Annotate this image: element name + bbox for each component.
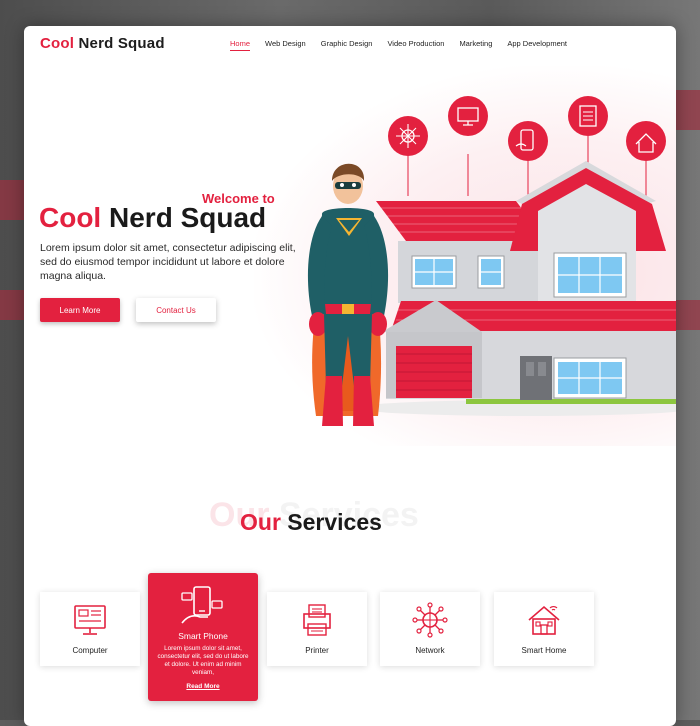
printer-icon [303,604,331,636]
floating-printer-icon [568,96,608,136]
service-card-smart-home[interactable]: Smart Home [494,592,594,666]
read-more-link[interactable]: Read More [148,683,258,690]
service-card-computer[interactable]: Computer [40,592,140,666]
service-label-computer: Computer [72,646,108,655]
website-preview-card: Cool Nerd Squad Home Web Design Graphic … [24,26,676,726]
floating-smart-home-icon [626,121,666,161]
computer-icon [74,605,106,635]
nav-item-app-development[interactable]: App Development [507,39,567,51]
hero-title-text: Nerd Squad [101,202,267,233]
smartphone-icon [181,586,223,624]
main-nav: Home Web Design Graphic Design Video Pro… [230,39,582,51]
learn-more-button[interactable]: Learn More [40,298,120,322]
floating-smartphone-icon [508,121,548,161]
superhero-character [307,163,389,426]
hero-description: Lorem ipsum dolor sit amet, consectetur … [40,242,296,282]
smart-home-icon [528,605,560,635]
service-label-network: Network [415,646,445,655]
services-heading: Our Services [240,509,382,536]
brand-logo[interactable]: Cool Nerd Squad [40,35,165,52]
service-description-smart-phone: Lorem ipsum dolor sit amet, consectetur … [157,645,249,676]
contact-us-button[interactable]: Contact Us [136,298,216,322]
hero-title-accent: Cool [39,202,102,233]
service-card-printer[interactable]: Printer [267,592,367,666]
nav-item-home[interactable]: Home [230,39,251,51]
services-heading-accent: Our [240,509,281,535]
floating-computer-icon [448,96,488,136]
brand-logo-accent: Cool [40,35,75,52]
hero-title: Cool Nerd Squad [39,202,266,234]
nav-item-graphic-design[interactable]: Graphic Design [321,39,373,51]
service-label-printer: Printer [305,646,329,655]
service-label-smart-phone: Smart Phone [178,631,228,641]
nav-item-web-design[interactable]: Web Design [265,39,306,51]
service-card-network[interactable]: Network [380,592,480,666]
hero-illustration [307,96,676,426]
service-label-smart-home: Smart Home [521,646,567,655]
nav-item-marketing[interactable]: Marketing [459,39,492,51]
services-heading-text: Services [280,509,382,535]
floating-network-icon [388,116,428,156]
service-card-smart-phone[interactable]: Smart Phone Lorem ipsum dolor sit amet, … [148,573,258,701]
brand-logo-text: Nerd Squad [74,35,165,52]
network-icon [412,602,448,638]
nav-item-video-production[interactable]: Video Production [387,39,444,51]
